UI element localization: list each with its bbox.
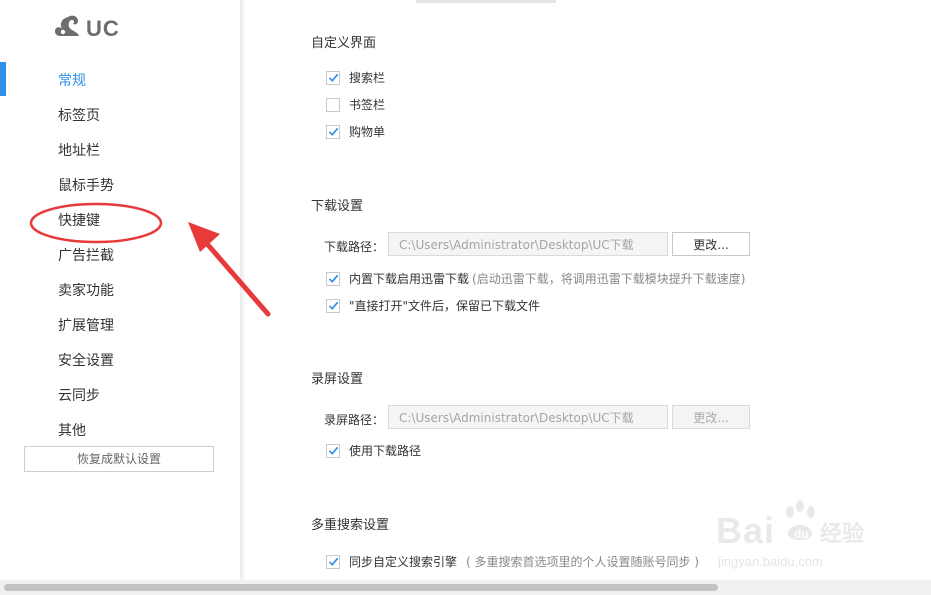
checkbox-label: "直接打开"文件后，保留已下载文件 [349, 299, 541, 313]
sidebar-item-other[interactable]: 其他 [58, 420, 86, 440]
watermark-brand: Bai [716, 510, 776, 551]
checkbox-row-bookmarkbar[interactable]: 书签栏 [326, 96, 385, 113]
check-icon [328, 73, 338, 82]
sidebar-item-general[interactable]: 常规 [58, 70, 86, 90]
section-title-multi-search: 多重搜索设置 [311, 518, 390, 533]
sidebar-item-cloud-sync[interactable]: 云同步 [58, 385, 100, 405]
checkbox-label: 使用下载路径 [349, 444, 422, 458]
uc-squirrel-icon [54, 14, 82, 44]
check-icon [328, 557, 338, 566]
section-title-record: 录屏设置 [311, 372, 364, 387]
checkbox-label: 内置下载启用迅雷下载 [349, 272, 470, 286]
checkbox-hint: ( 多重搜索首选项里的个人设置随账号同步 ) [466, 555, 700, 569]
checkbox-label: 搜索栏 [349, 71, 386, 85]
check-icon [328, 446, 338, 455]
section-title-custom-ui: 自定义界面 [311, 36, 377, 51]
section-title-download: 下载设置 [311, 199, 364, 214]
checkbox-row-shoppinglist[interactable]: 购物单 [326, 123, 385, 140]
paw-icon: du [782, 498, 820, 548]
checkbox-row-searchbar[interactable]: 搜索栏 [326, 69, 385, 86]
sidebar-item-extensions[interactable]: 扩展管理 [58, 315, 114, 335]
record-path-label: 录屏路径： [324, 413, 385, 427]
record-path-input[interactable]: C:\Users\Administrator\Desktop\UC下载 [388, 405, 668, 429]
record-change-button[interactable]: 更改... [672, 405, 750, 429]
checkbox[interactable] [326, 271, 340, 286]
sidebar-item-mouse-gestures[interactable]: 鼠标手势 [58, 175, 114, 195]
watermark-cn: 经验 [820, 522, 865, 547]
annotation-ellipse [29, 202, 163, 244]
checkbox[interactable] [326, 97, 340, 112]
logo-text: UC [86, 16, 120, 41]
annotation-arrow [188, 222, 271, 317]
checkbox-label: 购物单 [349, 125, 386, 139]
checkbox[interactable] [326, 443, 340, 458]
sidebar-item-tabs[interactable]: 标签页 [58, 105, 100, 125]
active-indicator [0, 62, 6, 96]
baidu-watermark: Bai du 经验 jingyan.baidu.com [716, 490, 886, 580]
sidebar-item-adblock[interactable]: 广告拦截 [58, 245, 114, 265]
checkbox-row-sync-search[interactable]: 同步自定义搜索引擎 ( 多重搜索首选项里的个人设置随账号同步 ) [326, 553, 699, 570]
sidebar-item-seller[interactable]: 卖家功能 [58, 280, 114, 300]
check-icon [328, 301, 338, 310]
checkbox-label: 书签栏 [349, 98, 386, 112]
checkbox[interactable] [326, 70, 340, 85]
sidebar-item-addressbar[interactable]: 地址栏 [58, 140, 100, 160]
check-icon [328, 127, 338, 136]
checkbox[interactable] [326, 554, 340, 569]
checkbox-row-thunder[interactable]: 内置下载启用迅雷下载 (启动迅雷下载，将调用迅雷下载模块提升下载速度) [326, 270, 745, 287]
reset-defaults-button[interactable]: 恢复成默认设置 [24, 446, 214, 472]
download-path-input[interactable]: C:\Users\Administrator\Desktop\UC下载 [388, 232, 668, 256]
checkbox-label: 同步自定义搜索引擎 [349, 555, 458, 569]
checkbox-row-use-download-path[interactable]: 使用下载路径 [326, 442, 421, 459]
sidebar-item-security[interactable]: 安全设置 [58, 350, 114, 370]
check-icon [328, 274, 338, 283]
horizontal-scrollbar[interactable] [0, 580, 931, 595]
checkbox[interactable] [326, 298, 340, 313]
uc-logo: UC [54, 14, 120, 44]
checkbox-hint: (启动迅雷下载，将调用迅雷下载模块提升下载速度) [472, 272, 746, 286]
download-change-button[interactable]: 更改... [672, 232, 750, 256]
watermark-url: jingyan.baidu.com [718, 554, 823, 569]
svg-text:du: du [794, 527, 809, 541]
scrollbar-thumb[interactable] [4, 584, 718, 591]
checkbox-row-keep-file[interactable]: "直接打开"文件后，保留已下载文件 [326, 297, 540, 314]
top-tab-stub [416, 0, 556, 3]
checkbox[interactable] [326, 124, 340, 139]
download-path-label: 下载路径： [324, 240, 385, 254]
